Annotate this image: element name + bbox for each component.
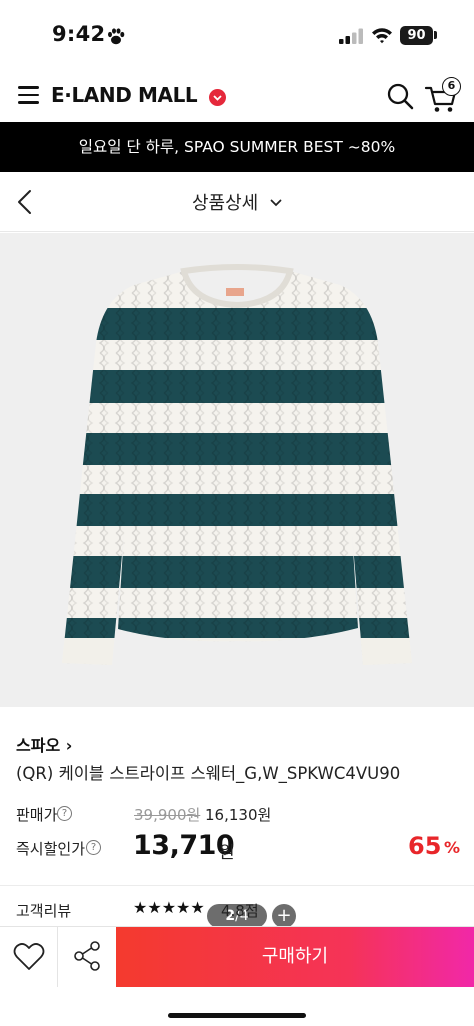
back-arrow-icon[interactable] [16, 189, 34, 215]
heart-icon [13, 943, 45, 970]
share-icon [74, 941, 100, 971]
star-rating-icon[interactable]: ★★★★★ [133, 898, 205, 917]
review-score[interactable]: 4.8점 [221, 900, 259, 921]
signal-icon [339, 28, 363, 44]
buy-button[interactable]: 구매하기 [116, 927, 474, 987]
menu-icon[interactable] [18, 86, 39, 104]
page-title[interactable]: 상품상세 [192, 189, 258, 215]
search-icon[interactable] [386, 82, 414, 110]
wishlist-button[interactable] [0, 927, 58, 987]
discount-percent-sign: % [444, 838, 461, 857]
sale-price-label: 판매가 [16, 806, 58, 824]
home-indicator [168, 1013, 306, 1018]
status-bar: 9:42 90 [0, 0, 474, 64]
bottom-action-bar: 구매하기 [0, 926, 474, 987]
product-name: (QR) 케이블 스트라이프 스웨터_G,W_SPKWC4VU90 [16, 764, 401, 783]
battery-indicator: 90 [400, 26, 433, 45]
paw-icon [108, 28, 125, 45]
battery-tip [434, 31, 437, 39]
original-price: 39,900원 [134, 806, 201, 824]
instant-discount-label: 즉시할인가 [16, 840, 86, 858]
divider [0, 885, 474, 886]
brand-link[interactable]: 스파오 › [16, 732, 72, 756]
status-time: 9:42 [52, 22, 106, 46]
discount-rate: 65 [408, 832, 442, 860]
help-icon[interactable]: ? [86, 840, 101, 855]
help-icon[interactable]: ? [57, 806, 72, 821]
sub-header: 상품상세 [0, 172, 474, 232]
cart-count-badge: 6 [442, 77, 461, 96]
product-image[interactable]: 2/4 + [0, 233, 474, 928]
app-header: E·LAND MALL 6 [0, 64, 474, 122]
wifi-icon [372, 28, 392, 44]
brand-logo[interactable]: E·LAND MALL [51, 83, 198, 107]
sweater-image [62, 264, 412, 665]
sale-price: 16,130원 [205, 806, 272, 824]
share-button[interactable] [58, 927, 116, 987]
zoom-plus-icon[interactable]: + [272, 904, 296, 928]
final-price-unit: 원 [219, 843, 235, 863]
review-label: 고객리뷰 [16, 902, 72, 920]
heart-logo-icon [209, 89, 226, 106]
promo-banner[interactable]: 일요일 단 하루, SPAO SUMMER BEST ~80% [0, 122, 474, 172]
chevron-down-icon[interactable] [270, 198, 282, 208]
